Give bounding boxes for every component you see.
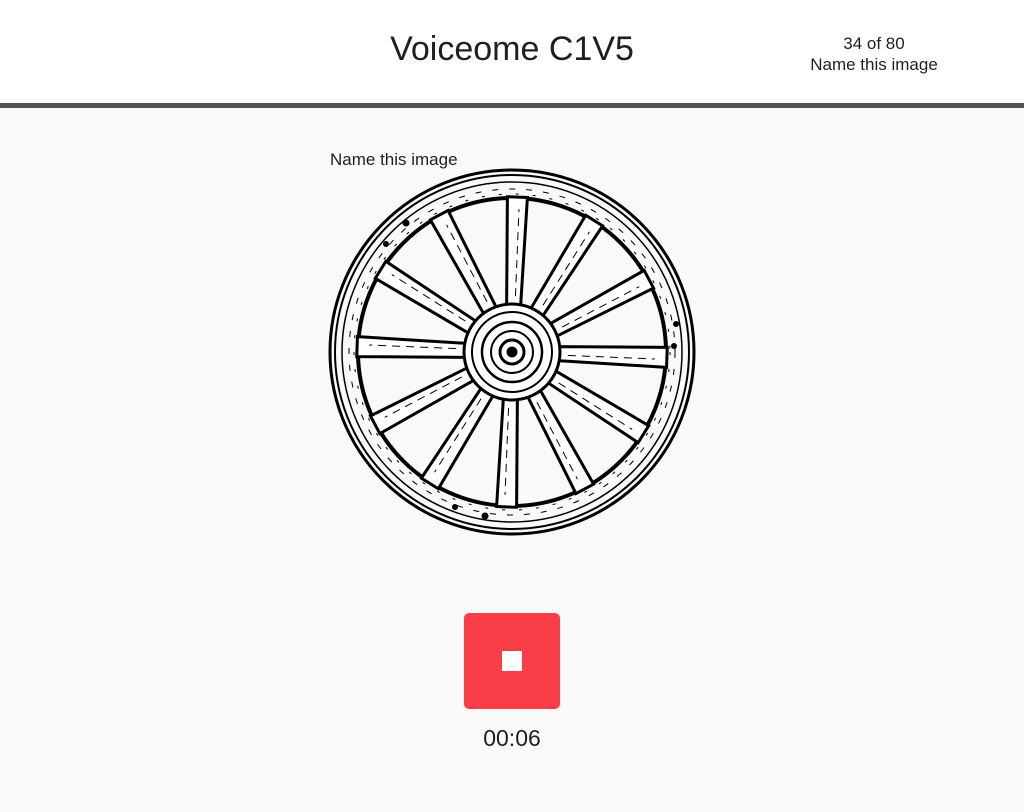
stop-recording-button[interactable] xyxy=(464,613,560,709)
progress-info: 34 of 80 Name this image xyxy=(794,33,954,75)
stop-icon xyxy=(502,651,522,671)
wheel-art xyxy=(328,168,696,536)
task-name: Name this image xyxy=(810,55,938,74)
prompt-label: Name this image xyxy=(330,150,458,169)
wagon-wheel-image xyxy=(328,168,696,536)
app-header: Voiceome C1V5 34 of 80 Name this image xyxy=(0,0,1024,108)
recording-timer: 00:06 xyxy=(483,725,541,751)
progress-counter: 34 of 80 xyxy=(843,34,905,53)
